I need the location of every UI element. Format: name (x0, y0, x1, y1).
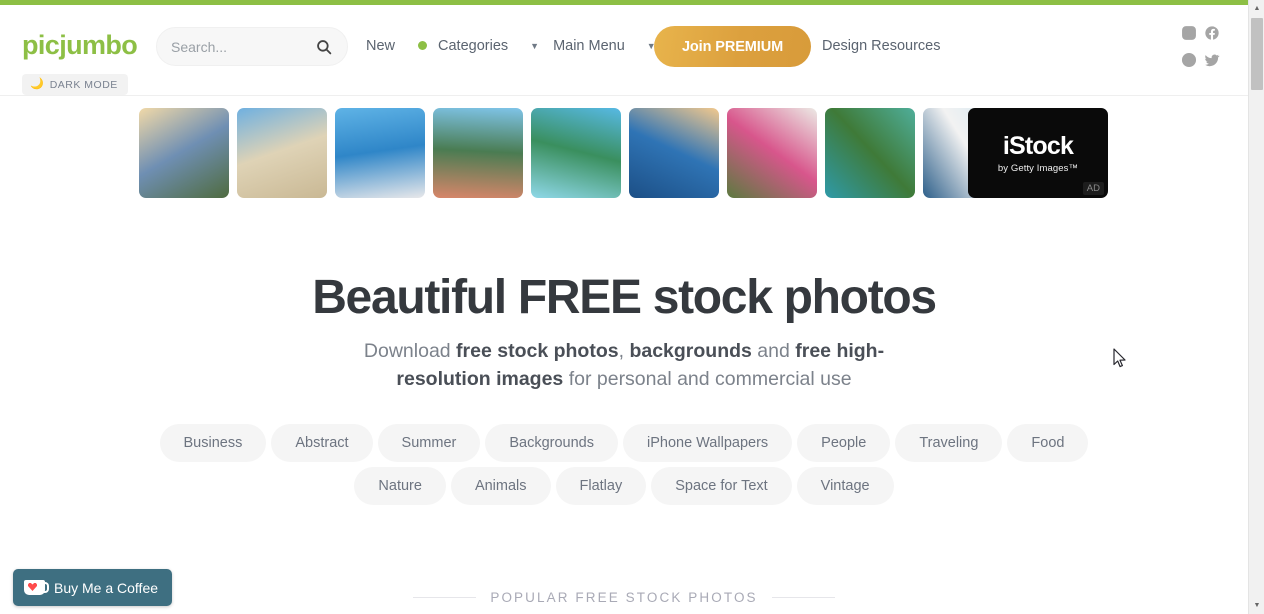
section-title: POPULAR FREE STOCK PHOTOS (490, 590, 758, 605)
search-box[interactable] (156, 27, 348, 66)
thumbnail-image (237, 108, 327, 198)
thumbnail-item[interactable] (629, 108, 719, 198)
thumbnail-image (139, 108, 229, 198)
thumbnail-strip: iStock by Getty Images™ AD (139, 108, 1109, 198)
search-icon[interactable] (315, 38, 333, 56)
dark-mode-toggle[interactable]: 🌙 DARK MODE (22, 74, 128, 95)
scrollbar-thumb[interactable] (1251, 18, 1263, 90)
istock-logo: iStock (1002, 132, 1074, 160)
category-tag[interactable]: People (797, 424, 891, 462)
thumbnail-image (433, 108, 523, 198)
page-viewport: picjumbo NewCategories▼Main Menu▼ Join P… (0, 0, 1248, 614)
category-tag[interactable]: Vintage (796, 467, 894, 505)
pinterest-icon[interactable] (1181, 52, 1197, 68)
join-premium-button[interactable]: Join PREMIUM (654, 26, 811, 67)
picjumbo-logo[interactable]: picjumbo (22, 32, 138, 59)
category-tag[interactable]: Business (159, 424, 267, 462)
ad-badge: AD (1082, 182, 1104, 195)
buy-me-a-coffee-button[interactable]: Buy Me a Coffee (13, 569, 173, 606)
dark-mode-label: DARK MODE (49, 78, 118, 91)
thumbnail-image (531, 108, 621, 198)
new-status-dot (418, 41, 428, 51)
thumbnail-item[interactable] (335, 108, 425, 198)
category-tag[interactable]: Summer (377, 424, 481, 462)
design-resources-link[interactable]: Design Resources (822, 38, 940, 54)
page-title: Beautiful FREE stock photos (312, 271, 937, 324)
heading-rule-left (413, 597, 477, 598)
site-header: picjumbo NewCategories▼Main Menu▼ Join P… (0, 5, 1248, 96)
category-tag[interactable]: Animals (450, 467, 551, 505)
instagram-icon[interactable] (1181, 25, 1197, 41)
buy-me-a-coffee-label: Buy Me a Coffee (54, 579, 159, 596)
hero-subtitle: Download free stock photos, backgrounds … (363, 340, 885, 390)
coffee-cup-icon (24, 580, 49, 595)
chevron-down-icon-categories[interactable]: ▼ (530, 41, 539, 51)
category-tag-list: Business Abstract Summer Backgrounds iPhone … (0, 424, 1248, 505)
thumbnail-image (727, 108, 817, 198)
moon-icon: 🌙 (30, 78, 44, 90)
heading-rule-right (771, 597, 835, 598)
category-tag[interactable]: Backgrounds (485, 424, 618, 462)
hero-subtitle-emphasis: backgrounds (629, 340, 752, 362)
twitter-icon[interactable] (1204, 52, 1220, 68)
category-tag[interactable]: Nature (354, 467, 446, 505)
thumbnail-item[interactable] (433, 108, 523, 198)
category-tag[interactable]: Flatlay (555, 467, 647, 505)
thumbnail-item[interactable] (727, 108, 817, 198)
hero-subtitle-emphasis: free stock photos (456, 340, 619, 362)
popular-section-heading: POPULAR FREE STOCK PHOTOS (0, 590, 1248, 605)
header-divider (0, 95, 1248, 96)
category-tag[interactable]: Traveling (895, 424, 1003, 462)
nav-item-main-menu[interactable]: Main Menu (553, 38, 625, 54)
category-tag[interactable]: iPhone Wallpapers (622, 424, 793, 462)
scroll-down-arrow-icon[interactable]: ▼ (1249, 597, 1264, 614)
thumbnail-image (335, 108, 425, 198)
search-input[interactable] (171, 28, 311, 65)
thumbnail-item[interactable] (139, 108, 229, 198)
istock-ad[interactable]: iStock by Getty Images™ AD (968, 108, 1108, 198)
category-tag[interactable]: Abstract (271, 424, 373, 462)
social-links (1181, 25, 1221, 69)
facebook-icon[interactable] (1204, 25, 1220, 41)
vertical-scrollbar[interactable]: ▲ ▼ (1248, 0, 1264, 614)
thumbnail-item[interactable] (825, 108, 915, 198)
istock-subtitle: by Getty Images™ (997, 163, 1079, 174)
category-tag[interactable]: Food (1007, 424, 1089, 462)
thumbnail-item[interactable] (237, 108, 327, 198)
main-nav: New Categories ▼ Main Menu ▼ (366, 37, 656, 57)
category-tag[interactable]: Space for Text (651, 467, 792, 505)
thumbnail-item[interactable] (531, 108, 621, 198)
scroll-up-arrow-icon[interactable]: ▲ (1249, 0, 1264, 17)
thumbnail-image (629, 108, 719, 198)
nav-item-categories[interactable]: Categories (438, 38, 508, 54)
thumbnail-image (825, 108, 915, 198)
nav-item-new[interactable]: New (366, 38, 395, 54)
